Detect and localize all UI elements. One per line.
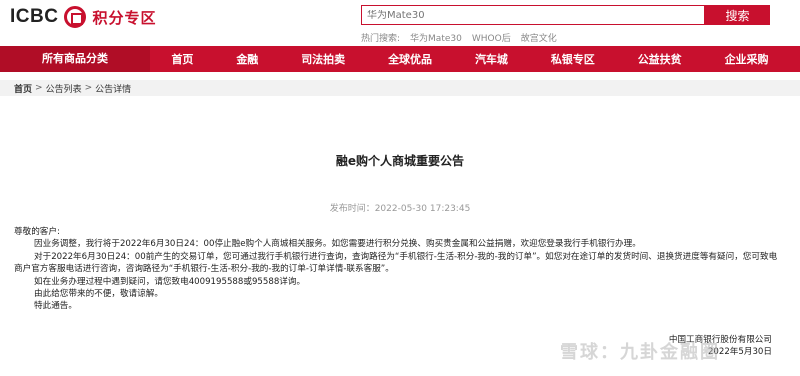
hot-search-item[interactable]: WHOO后	[472, 31, 511, 44]
breadcrumb-separator: >	[84, 83, 93, 93]
greeting: 尊敬的客户:	[14, 227, 60, 237]
article-body: 尊敬的客户: 因业务调整，我行将于2022年6月30日24：00停止融e购个人商…	[14, 226, 784, 313]
hot-search-label: 热门搜索:	[361, 34, 401, 44]
search-box	[361, 5, 705, 25]
paragraph: 因业务调整，我行将于2022年6月30日24：00停止融e购个人商城相关服务。如…	[34, 239, 641, 250]
nav-item-home[interactable]: 首页	[171, 51, 193, 67]
nav-item-enterprise[interactable]: 企业采购	[725, 51, 769, 67]
paragraph: 特此通告。	[34, 301, 77, 312]
hot-search-item[interactable]: 华为Mate30	[410, 31, 462, 44]
breadcrumb-separator: >	[35, 83, 43, 93]
paragraph: 对于2022年6月30日24：00前产生的交易订单，您可通过我行手机银行进行查询…	[14, 251, 778, 275]
logo-text: ICBC	[10, 6, 59, 27]
logo-title: 积分专区	[92, 8, 157, 27]
logo[interactable]: ICBC 积分专区	[10, 6, 156, 28]
main-nav: 所有商品分类 首页 金融 司法拍卖 全球优品 汽车城 私银专区 公益扶贫 企业采…	[0, 46, 800, 72]
paragraph: 如在业务办理过程中遇到疑问，请您致电4009195588或95588详询。	[34, 276, 306, 287]
nav-item-global[interactable]: 全球优品	[388, 51, 432, 67]
nav-item-private-bank[interactable]: 私银专区	[551, 51, 595, 67]
nav-list: 首页 金融 司法拍卖 全球优品 汽车城 私银专区 公益扶贫 企业采购	[150, 51, 800, 67]
paragraph: 由此给您带来的不便，敬请谅解。	[34, 289, 163, 300]
search-button[interactable]: 搜索	[705, 5, 770, 25]
article-title: 融e购个人商城重要公告	[335, 154, 465, 168]
nav-item-judicial-auction[interactable]: 司法拍卖	[301, 51, 345, 67]
nav-item-auto[interactable]: 汽车城	[475, 51, 508, 67]
search-input[interactable]	[362, 9, 702, 21]
nav-item-charity[interactable]: 公益扶贫	[638, 51, 682, 67]
publish-time: 发布时间：2022-05-30 17:23:45	[329, 204, 471, 214]
hot-search-item[interactable]: 故宫文化	[521, 31, 557, 44]
all-categories-menu[interactable]: 所有商品分类	[0, 46, 150, 72]
icbc-emblem-icon	[64, 6, 87, 28]
breadcrumb-list[interactable]: 公告列表	[46, 82, 82, 95]
hot-search: 热门搜索: 华为Mate30 WHOO后 故宫文化	[361, 31, 557, 44]
breadcrumb: 首页 > 公告列表 > 公告详情	[0, 80, 800, 96]
breadcrumb-home[interactable]: 首页	[14, 82, 32, 95]
site-header: ICBC 积分专区 搜索 热门搜索: 华为Mate30 WHOO后 故宫文化	[0, 0, 800, 46]
watermark: 雪球：九卦金融圈	[560, 342, 720, 363]
breadcrumb-detail: 公告详情	[95, 84, 132, 95]
nav-item-finance[interactable]: 金融	[236, 51, 258, 67]
